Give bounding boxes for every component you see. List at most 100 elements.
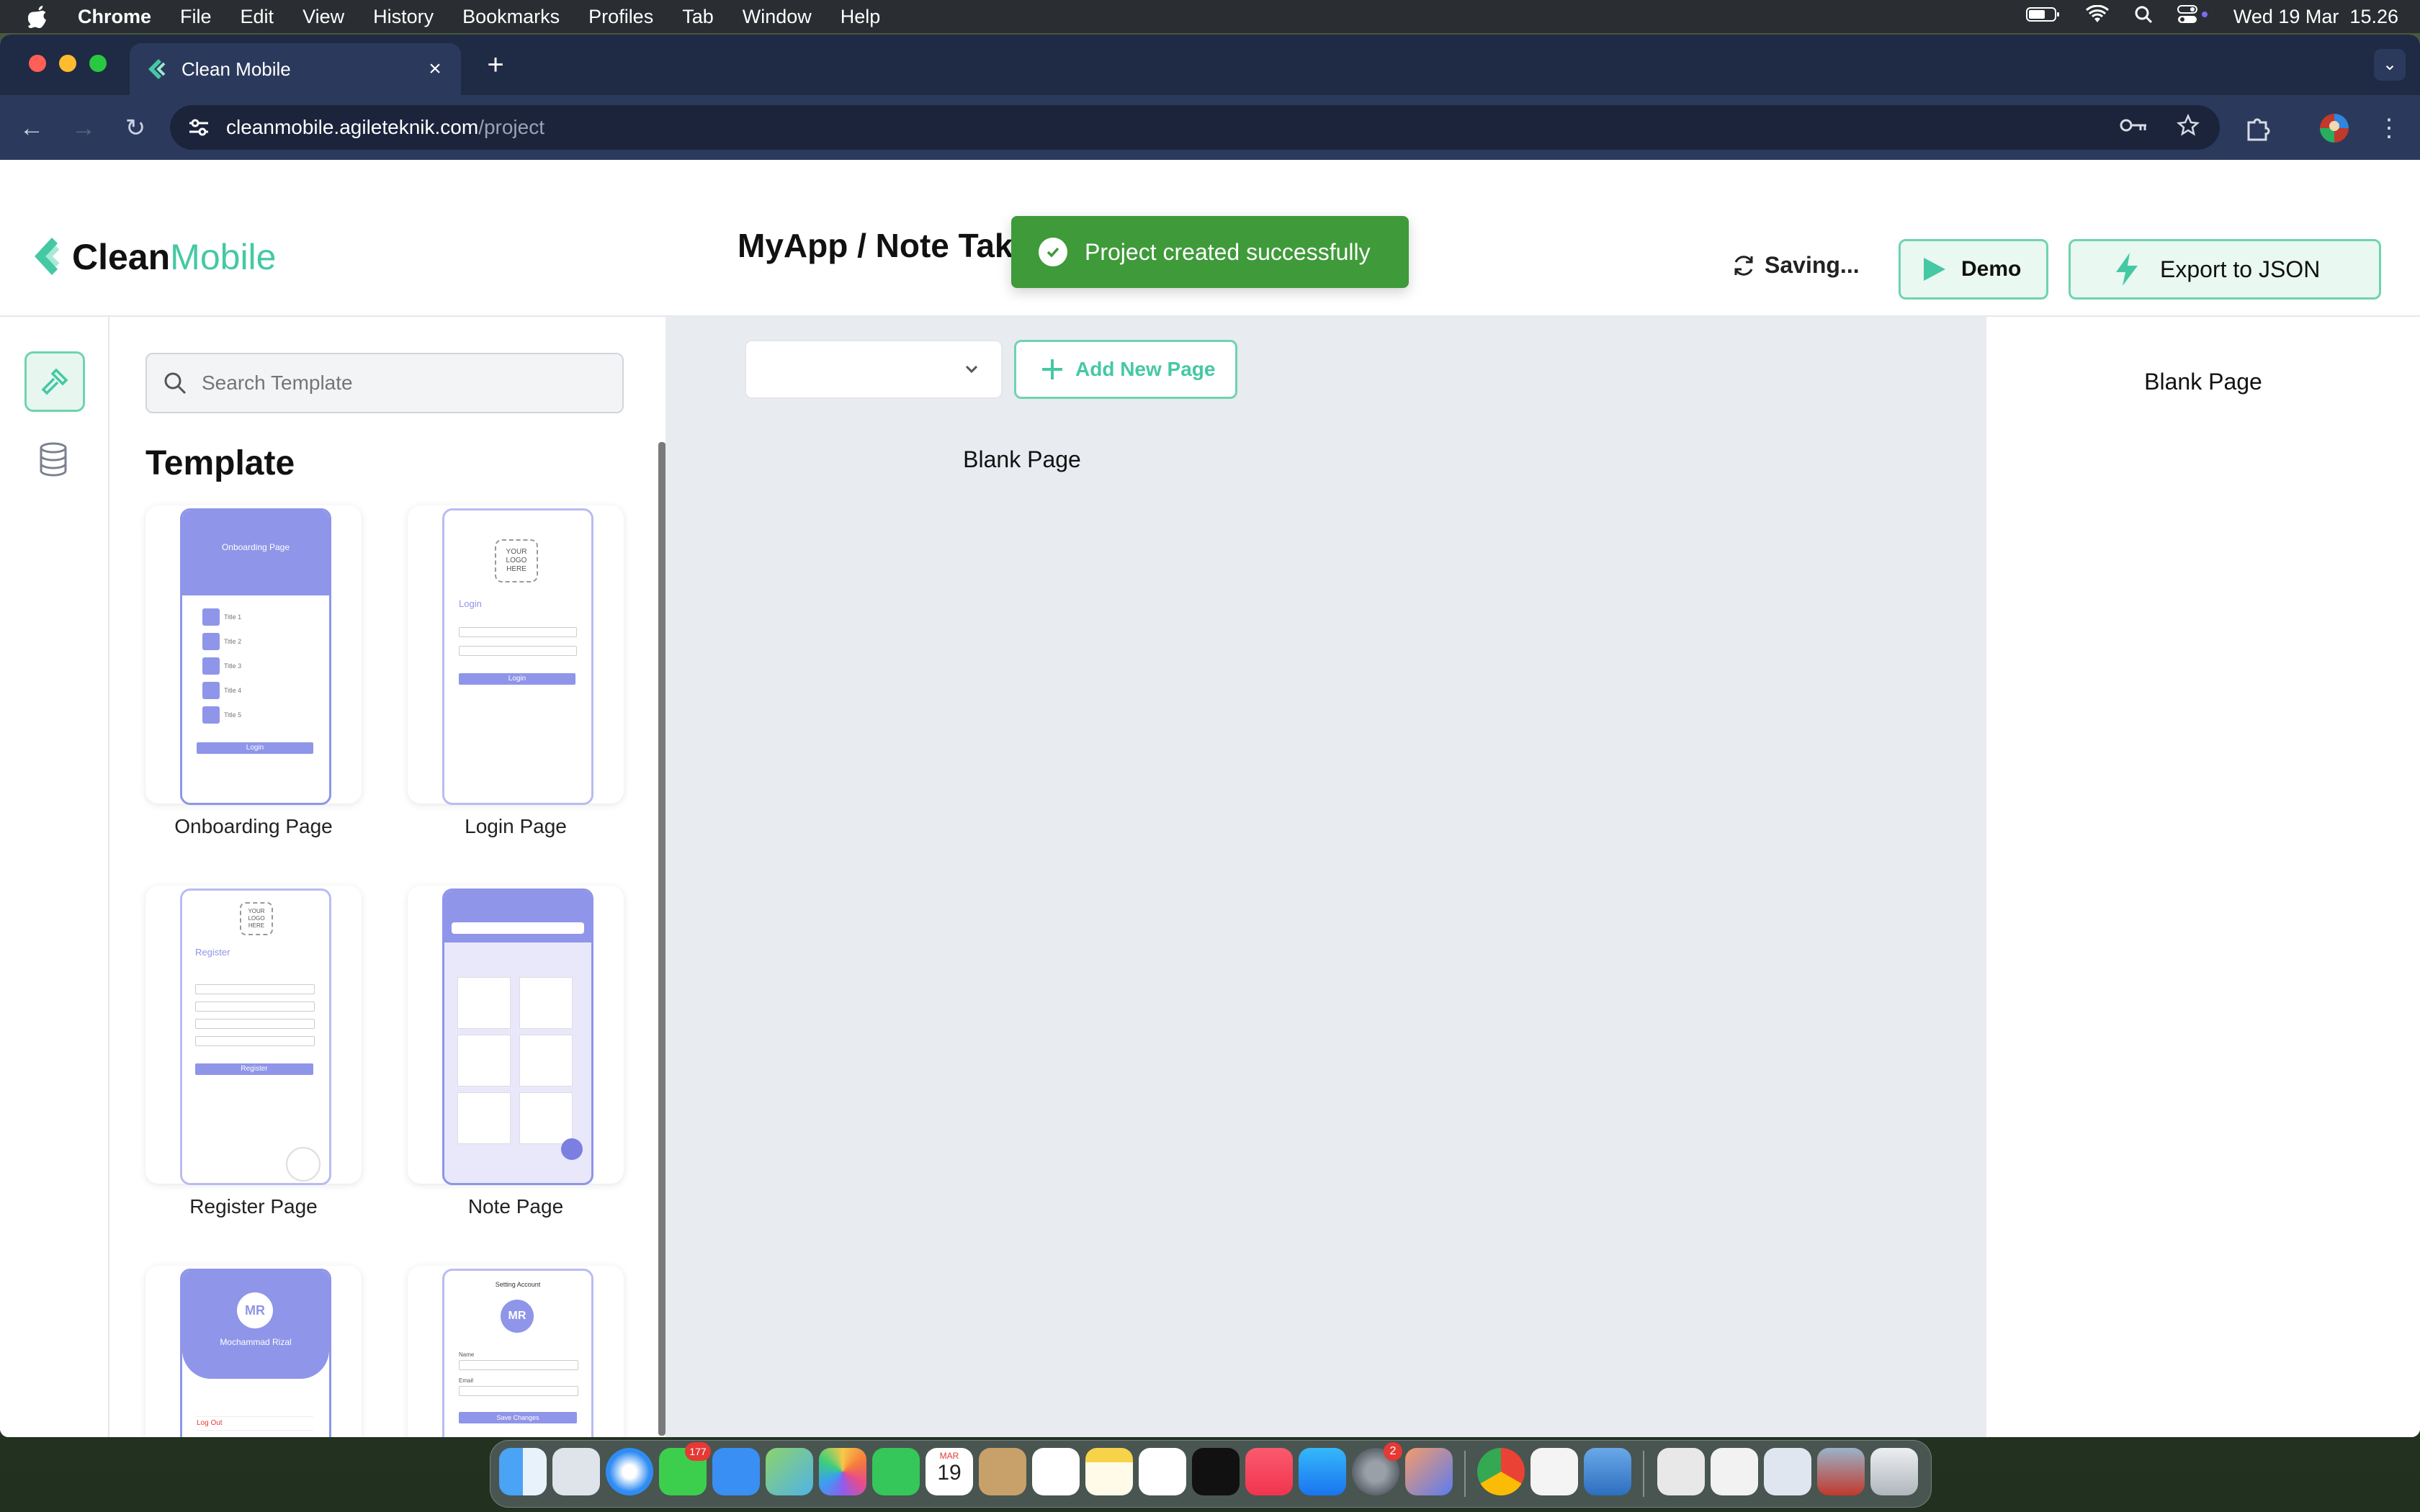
- address-bar[interactable]: cleanmobile.agileteknik.com/project: [170, 105, 2220, 150]
- settings-badge: 2: [1384, 1442, 1402, 1461]
- safari-icon[interactable]: [606, 1448, 653, 1495]
- freeform-icon[interactable]: [1139, 1448, 1186, 1495]
- demo-button[interactable]: Demo: [1899, 239, 2048, 300]
- template-card-note[interactable]: [408, 886, 624, 1185]
- template-card-setting-account[interactable]: Setting Account MR Name Email Save Chang…: [408, 1266, 624, 1437]
- preview-item-title: Title 1: [224, 613, 242, 621]
- setting-account-preview: Setting Account MR Name Email Save Chang…: [442, 1269, 593, 1437]
- back-icon[interactable]: ←: [14, 111, 49, 145]
- close-tab-icon[interactable]: ×: [424, 58, 447, 81]
- template-card-register[interactable]: YOUR LOGO HERE Register Register: [145, 886, 362, 1185]
- notes-icon[interactable]: [1085, 1448, 1133, 1495]
- extensions-puzzle-icon[interactable]: [2243, 111, 2272, 145]
- export-json-button[interactable]: Export to JSON: [2069, 239, 2381, 300]
- keyboard-stack-icon[interactable]: [1764, 1448, 1811, 1495]
- music-icon[interactable]: [1245, 1448, 1293, 1495]
- menu-edit[interactable]: Edit: [241, 6, 274, 28]
- tab-search-chevron-icon[interactable]: ⌄: [2374, 49, 2406, 81]
- menu-window[interactable]: Window: [743, 6, 812, 28]
- preview-icon[interactable]: [1584, 1448, 1631, 1495]
- spotlight-search-icon[interactable]: [2134, 5, 2153, 29]
- apple-tv-icon[interactable]: [1192, 1448, 1240, 1495]
- login-preview: YOUR LOGO HERE Login Login: [442, 508, 593, 805]
- template-search-box: [145, 353, 624, 413]
- browser-menu-icon[interactable]: ⋮: [2377, 111, 2401, 145]
- menu-history[interactable]: History: [373, 6, 434, 28]
- password-key-icon[interactable]: [2119, 116, 2148, 139]
- template-card-onboarding[interactable]: Onboarding Page Title 1 Title 2 Title 3 …: [145, 505, 362, 805]
- app-store-icon[interactable]: [1299, 1448, 1346, 1495]
- site-info-icon[interactable]: [184, 113, 213, 142]
- finder-icon[interactable]: [499, 1448, 547, 1495]
- close-window-button[interactable]: [29, 55, 46, 72]
- photo-stack-icon[interactable]: [1817, 1448, 1865, 1495]
- hammer-icon: [41, 368, 68, 395]
- launchpad-icon[interactable]: [552, 1448, 600, 1495]
- macos-menubar: Chrome File Edit View History Bookmarks …: [0, 0, 2420, 33]
- photos-icon[interactable]: [819, 1448, 866, 1495]
- preview-avatar: MR: [237, 1292, 273, 1328]
- menubar-status-area: Wed 19 Mar 15.26: [2025, 0, 2398, 33]
- menu-file[interactable]: File: [180, 6, 212, 28]
- minimize-window-button[interactable]: [59, 55, 76, 72]
- calendar-icon[interactable]: MAR 19: [926, 1448, 973, 1495]
- reload-icon[interactable]: ↻: [118, 111, 153, 145]
- tab-clean-mobile[interactable]: Clean Mobile ×: [130, 43, 461, 95]
- check-circle-icon: [1039, 238, 1067, 266]
- page-select-dropdown[interactable]: [745, 340, 1003, 399]
- reminders-icon[interactable]: [1032, 1448, 1080, 1495]
- menu-profiles[interactable]: Profiles: [588, 6, 653, 28]
- bookmark-star-icon[interactable]: [2177, 113, 2200, 142]
- facetime-icon[interactable]: [872, 1448, 920, 1495]
- menu-bookmarks[interactable]: Bookmarks: [462, 6, 560, 28]
- trash-icon[interactable]: [1870, 1448, 1918, 1495]
- logo-placeholder-line: LOGO: [506, 557, 527, 564]
- contacts-icon[interactable]: [979, 1448, 1026, 1495]
- database-tool-button[interactable]: [32, 438, 75, 481]
- preview-item-title: Title 4: [224, 687, 242, 694]
- wifi-icon[interactable]: [2085, 4, 2110, 29]
- preview-profile-name: Mochammad Rizal: [220, 1337, 292, 1347]
- preview-note-card: [457, 1092, 511, 1144]
- menu-help[interactable]: Help: [841, 6, 881, 28]
- new-tab-icon[interactable]: +: [483, 50, 508, 79]
- apple-menu-icon[interactable]: [27, 4, 49, 29]
- calendar-month: MAR: [939, 1451, 959, 1461]
- template-panel-scrollbar[interactable]: [658, 442, 666, 1436]
- sync-icon: [1734, 255, 1753, 276]
- menubar-clock[interactable]: Wed 19 Mar 15.26: [2233, 6, 2398, 28]
- menu-view[interactable]: View: [302, 6, 344, 28]
- preview-list-item: Title 2: [202, 633, 241, 650]
- menu-app-name[interactable]: Chrome: [78, 6, 151, 28]
- template-card-login[interactable]: YOUR LOGO HERE Login Login: [408, 505, 624, 805]
- zoom-window-button[interactable]: [89, 55, 107, 72]
- profile-avatar[interactable]: [2319, 111, 2349, 145]
- battery-icon[interactable]: [2025, 6, 2061, 28]
- canvas-page-title: Blank Page: [963, 446, 1081, 472]
- preview-name-label: Name: [459, 1351, 475, 1358]
- preview-input: [195, 984, 315, 994]
- menu-tab[interactable]: Tab: [682, 6, 714, 28]
- screenshot-stack-icon[interactable]: [1711, 1448, 1758, 1495]
- preview-email-label: Email: [459, 1377, 474, 1384]
- preview-login-button: Login: [459, 673, 575, 685]
- document-stack-icon[interactable]: [1657, 1448, 1705, 1495]
- maps-icon[interactable]: [766, 1448, 813, 1495]
- mail-icon[interactable]: [712, 1448, 760, 1495]
- play-icon: [1924, 258, 1945, 281]
- saving-label: Saving...: [1765, 252, 1860, 278]
- control-center-icon[interactable]: [2177, 4, 2209, 30]
- preview-note-card: [519, 1092, 573, 1144]
- preview-input: [195, 1019, 315, 1029]
- preview-input: [195, 1036, 315, 1046]
- add-new-page-button[interactable]: Add New Page: [1014, 340, 1237, 399]
- template-card-profile[interactable]: MR Mochammad Rizal Log Out: [145, 1266, 362, 1437]
- search-template-input[interactable]: [200, 371, 606, 395]
- forward-icon[interactable]: →: [66, 111, 101, 145]
- chrome-icon[interactable]: [1477, 1448, 1525, 1495]
- tab-title: Clean Mobile: [182, 58, 291, 80]
- iphone-mirroring-icon[interactable]: [1405, 1448, 1453, 1495]
- clean-mobile-logo[interactable]: CleanMobile: [33, 236, 276, 278]
- textedit-icon[interactable]: [1531, 1448, 1578, 1495]
- builder-tool-button[interactable]: [24, 351, 85, 412]
